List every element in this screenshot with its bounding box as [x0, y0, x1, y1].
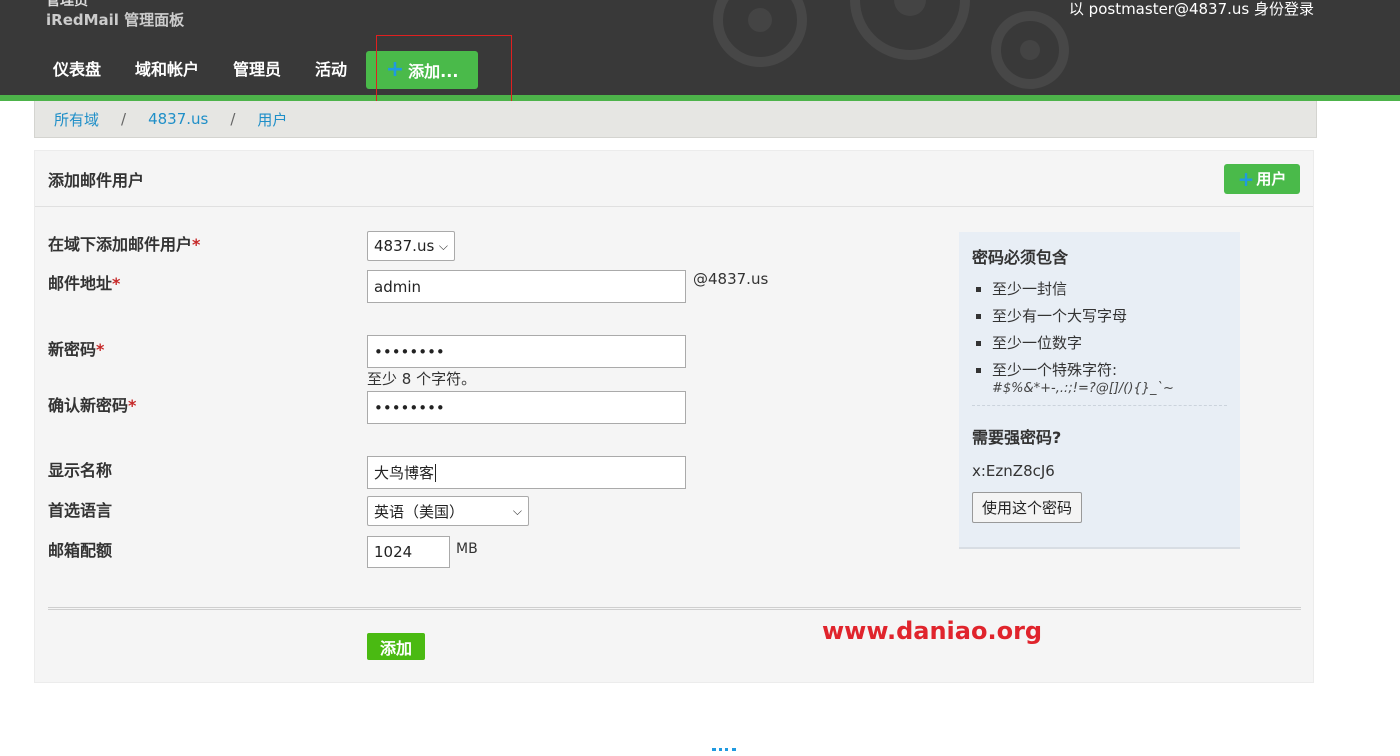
domain-label-text: 在域下添加邮件用户: [48, 235, 193, 254]
watermark-text: www.daniao.org: [822, 617, 1043, 645]
form-divider: [48, 607, 1301, 610]
top-header: 管理员 iRedMail 管理面板 以 postmaster@4837.us 身…: [0, 0, 1400, 96]
submit-add-button[interactable]: 添加: [367, 633, 425, 660]
email-input[interactable]: admin: [367, 270, 686, 303]
display-name-input-value: 大鸟博客: [374, 464, 435, 482]
quota-label: 邮箱配额: [48, 541, 113, 560]
plus-icon: +: [1237, 166, 1255, 191]
required-mark: *: [96, 340, 105, 359]
add-user-button[interactable]: + 用户: [1224, 163, 1300, 194]
confirm-password-label-text: 确认新密码: [48, 396, 129, 415]
password-input[interactable]: ••••••••: [367, 335, 686, 368]
add-user-panel: 添加邮件用户 + 用户 在域下添加邮件用户* 4837.us ⌵ 邮件地址* a…: [34, 150, 1314, 683]
language-select-value: 英语（美国）: [374, 502, 465, 521]
password-help-text: 至少 8 个字符。: [367, 370, 477, 388]
quota-input[interactable]: 1024: [367, 536, 450, 568]
password-requirements-box: 密码必须包含 至少一封信 至少有一个大写字母 至少一位数字 至少一个特殊字符: …: [959, 232, 1240, 549]
chevron-down-icon: ⌵: [438, 238, 448, 253]
nav-dashboard[interactable]: 仪表盘: [36, 52, 118, 88]
logged-in-as[interactable]: 以 postmaster@4837.us 身份登录: [1069, 0, 1314, 19]
confirm-password-input-value: ••••••••: [374, 398, 445, 417]
highlight-annotation-box: [376, 35, 512, 111]
dashed-divider: [972, 405, 1227, 406]
confirm-password-input[interactable]: ••••••••: [367, 391, 686, 424]
breadcrumb-domain[interactable]: 4837.us: [148, 110, 208, 128]
email-domain-suffix: @4837.us: [693, 270, 769, 288]
language-select[interactable]: 英语（美国） ⌵: [367, 496, 529, 526]
panel-header: 添加邮件用户 + 用户: [35, 151, 1313, 207]
email-input-value: admin: [374, 277, 421, 296]
requirement-item: 至少一封信: [972, 280, 1227, 299]
domain-select-value: 4837.us: [374, 237, 435, 255]
requirement-item: 至少一位数字: [972, 334, 1227, 353]
required-mark: *: [112, 274, 121, 293]
requirement-special-label: 至少一个特殊字符:: [992, 361, 1118, 379]
password-label-text: 新密码: [48, 340, 97, 359]
use-password-button[interactable]: 使用这个密码: [972, 492, 1083, 523]
breadcrumb-all-domains[interactable]: 所有域: [54, 109, 99, 130]
email-label: 邮件地址*: [48, 270, 120, 294]
brand-title: iRedMail 管理面板: [46, 11, 185, 29]
nav-domains-accounts[interactable]: 域和帐户: [118, 52, 216, 88]
breadcrumb: 所有域 / 4837.us / 用户: [34, 101, 1317, 138]
loading-dots-icon: [712, 748, 736, 756]
password-label: 新密码*: [48, 336, 104, 360]
requirement-item: 至少有一个大写字母: [972, 307, 1227, 326]
email-label-text: 邮件地址: [48, 274, 113, 293]
required-mark: *: [128, 396, 137, 415]
text-cursor: [435, 463, 437, 482]
confirm-password-label: 确认新密码*: [48, 392, 136, 416]
gears-decoration-icon: [713, 0, 1069, 89]
password-input-value: ••••••••: [374, 342, 445, 361]
domain-select[interactable]: 4837.us ⌵: [367, 231, 455, 261]
strong-password-title: 需要强密码?: [972, 428, 1062, 447]
display-name-label: 显示名称: [48, 461, 113, 480]
required-mark: *: [192, 235, 201, 254]
language-label: 首选语言: [48, 501, 113, 520]
display-name-input[interactable]: 大鸟博客: [367, 456, 686, 489]
chevron-down-icon: ⌵: [512, 503, 522, 518]
requirements-list: 至少一封信 至少有一个大写字母 至少一位数字 至少一个特殊字符: #$%&*+-…: [972, 280, 1227, 397]
nav-activities[interactable]: 活动: [298, 52, 364, 88]
add-user-button-label: 用户: [1256, 170, 1287, 188]
quota-input-value: 1024: [374, 543, 413, 561]
breadcrumb-separator: /: [121, 110, 127, 128]
requirement-item: 至少一个特殊字符: #$%&*+-,.:;!=?@[]/(){}_`~: [972, 361, 1227, 397]
breadcrumb-users[interactable]: 用户: [257, 109, 287, 130]
domain-label: 在域下添加邮件用户*: [48, 231, 200, 255]
quota-unit: MB: [456, 541, 478, 557]
nav-admins[interactable]: 管理员: [216, 52, 298, 88]
special-characters: #$%&*+-,.:;!=?@[]/(){}_`~: [992, 381, 1174, 396]
requirements-title: 密码必须包含: [972, 248, 1069, 267]
breadcrumb-separator: /: [230, 110, 236, 128]
panel-title: 添加邮件用户: [48, 170, 145, 190]
generated-password: x:EznZ8cJ6: [972, 462, 1055, 480]
